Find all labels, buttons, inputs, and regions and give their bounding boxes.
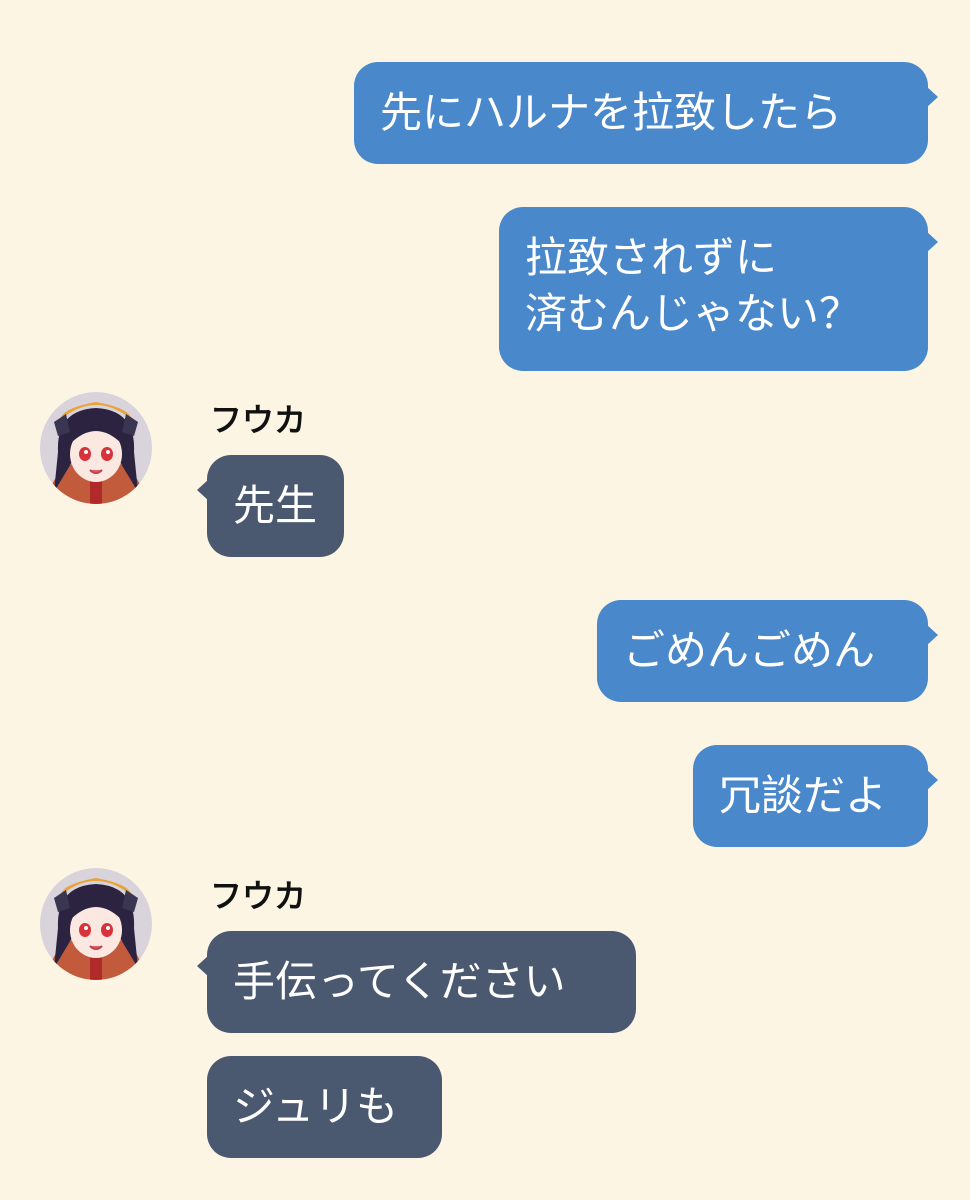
message-bubble-outgoing[interactable]: 拉致されずに 済むんじゃない？ (499, 207, 938, 371)
message-bubble-outgoing[interactable]: 冗談だよ (693, 745, 938, 847)
character-avatar-icon-graphic (40, 868, 152, 980)
message-text: 冗談だよ (719, 771, 888, 820)
message-bubble-outgoing[interactable]: 先にハルナを拉致したら (354, 62, 938, 164)
message-bubble-incoming[interactable]: 先生 (197, 455, 344, 557)
message-text: 手伝ってください (233, 957, 566, 1006)
message-bubble-incoming[interactable]: 手伝ってください (197, 931, 636, 1033)
message-text: ジュリも (233, 1082, 399, 1131)
character-avatar-icon[interactable] (40, 392, 152, 504)
character-avatar-icon[interactable] (40, 868, 152, 980)
message-text: 先生 (233, 481, 318, 530)
message-bubble-outgoing[interactable]: ごめんごめん (597, 600, 938, 702)
message-text: 先にハルナを拉致したら (380, 88, 843, 137)
sender-name: フウカ (210, 401, 307, 439)
message-text: 済むんじゃない？ (525, 289, 862, 338)
message-bubble-incoming[interactable]: ジュリも (207, 1056, 442, 1158)
message-text: 拉致されずに (525, 233, 778, 282)
character-avatar-icon-graphic (40, 392, 152, 504)
message-text: ごめんごめん (623, 626, 876, 675)
sender-name: フウカ (210, 877, 307, 915)
